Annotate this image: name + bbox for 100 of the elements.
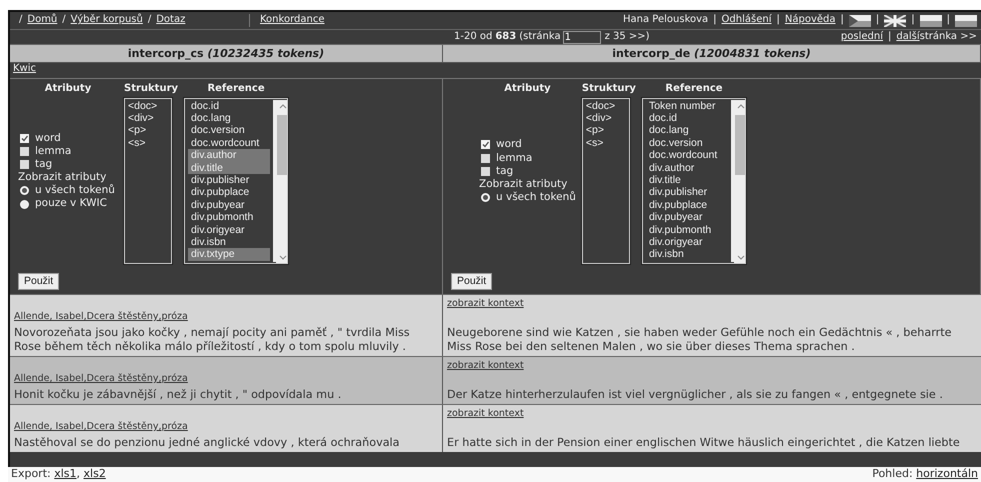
source-sentence: Nastěhoval se do penzionu jedné anglické vdovy , která ochraňovala — [14, 436, 401, 450]
radio-button[interactable] — [481, 192, 490, 202]
apply-button[interactable]: Použit — [451, 272, 492, 290]
checkbox-label: lemma — [496, 152, 532, 165]
list-item[interactable]: div.origyear — [646, 236, 728, 248]
page-total: z 35 >>) — [604, 30, 650, 44]
checkbox[interactable] — [20, 147, 29, 156]
list-item[interactable]: div.pubplace — [188, 186, 270, 199]
checkbox-label: lemma — [35, 144, 72, 158]
list-item[interactable]: Token number — [646, 100, 728, 112]
flag-icon[interactable] — [884, 14, 906, 26]
reference-link[interactable]: Allende, Isabel,Dcera štěstěny,próza — [14, 420, 437, 434]
page-title-link[interactable]: Konkordance — [249, 14, 324, 27]
list-item[interactable]: doc.version — [188, 124, 270, 137]
column-heading: Reference — [665, 83, 723, 94]
target-sentence: Der Katze hinterherzulaufen ist viel vergnüglicher , als sie zu fangen « , entgegnete sie . — [447, 388, 944, 402]
list-item[interactable]: <s> — [125, 136, 171, 150]
structure-list[interactable]: <doc> <div> <p> <s> — [124, 98, 172, 264]
target-sentence: Neugeborene sind wie Katzen , sie haben weder Gefühle noch ein Gedächtnis « , beharrte Miss Rose bei den seltenen Malen , wo sie über dieses Thema sprachen . — [447, 326, 952, 354]
corpus-title: intercorp_de (12004831 tokens) — [612, 47, 811, 60]
list-item[interactable]: div.pubplace — [646, 198, 728, 212]
radio-label: u všech tokenů — [35, 184, 115, 198]
flag-icon[interactable] — [920, 14, 942, 26]
list-item[interactable]: doc.lang — [646, 124, 728, 137]
breadcrumb-separator: / — [148, 14, 152, 27]
list-item[interactable]: <div> — [125, 112, 171, 124]
pager-link[interactable]: další — [896, 30, 920, 44]
breadcrumb-link[interactable]: Dotaz — [156, 14, 186, 27]
list-item[interactable]: div.pubmonth — [188, 211, 270, 224]
breadcrumb-link[interactable]: Domů — [27, 14, 58, 27]
list-item[interactable]: div.pubmonth — [646, 224, 728, 236]
list-item[interactable]: <doc> — [125, 100, 171, 112]
breadcrumb-link[interactable]: Výběr korpusů — [70, 14, 143, 27]
list-item[interactable]: doc.version — [646, 136, 728, 150]
page-field[interactable]: 1 — [562, 30, 601, 44]
reference-link[interactable]: Allende, Isabel,Dcera štěstěny,próza — [14, 372, 437, 386]
target-sentence: Er hatte sich in der Pension einer englischen Witwe häuslich eingerichtet , die Katzen liebte — [447, 436, 961, 450]
list-item[interactable]: div.title — [188, 162, 270, 174]
list-item[interactable]: doc.id — [188, 100, 270, 112]
list-item[interactable]: div.publisher — [188, 174, 270, 186]
link-separator: , — [76, 467, 82, 480]
column-heading: Struktury — [124, 83, 178, 94]
list-item[interactable]: div.isbn — [646, 248, 728, 261]
radio-button[interactable] — [20, 186, 29, 196]
view-link[interactable]: horizontáln — [916, 467, 978, 480]
user-menu-separator: | — [911, 14, 915, 27]
list-item[interactable]: div.txtype — [188, 248, 270, 261]
checkbox[interactable] — [481, 154, 490, 163]
export-link[interactable]: xls2 — [84, 467, 106, 480]
list-item[interactable]: div.pubyear — [188, 198, 270, 212]
column-heading: Atributy — [44, 83, 92, 94]
result-total: 683 — [495, 30, 516, 44]
apply-button[interactable]: Použit — [18, 272, 60, 290]
flag-icon[interactable] — [955, 14, 977, 26]
breadcrumb-separator: / — [62, 14, 66, 27]
checkbox[interactable] — [481, 140, 490, 150]
list-item[interactable]: div.title — [646, 174, 728, 186]
reference-link[interactable]: Allende, Isabel,Dcera štěstěny,próza — [14, 310, 437, 324]
checkbox-label: word — [496, 138, 522, 152]
list-item[interactable]: doc.wordcount — [646, 149, 728, 162]
list-item[interactable]: div.isbn — [188, 236, 270, 248]
context-link[interactable]: zobrazit kontext — [447, 359, 524, 373]
section-label: Zobrazit atributy — [18, 171, 108, 184]
source-sentence: Novorozeňata jsou jako kočky , nemají pocity ani paměť , " tvrdila Miss Rose během těch několika málo příležitostí , kdy o tom spolu mluvily . — [14, 326, 411, 354]
checkbox[interactable] — [481, 166, 490, 176]
reference-list[interactable]: doc.id doc.lang doc.version doc.wordcount div.author div.title div.publisher div.pubplace div.pubyear div.pubmonth div.origyear div.isbn div.txtype — [184, 98, 288, 264]
list-item[interactable]: <div> — [582, 112, 629, 124]
list-item[interactable]: doc.id — [646, 112, 728, 124]
checkbox-label: tag — [496, 164, 514, 178]
list-item[interactable]: div.origyear — [188, 224, 270, 236]
list-item[interactable]: doc.lang — [188, 112, 270, 124]
radio-label: pouze v KWIC — [35, 197, 107, 211]
list-item[interactable]: <doc> — [582, 100, 629, 112]
corpus-title: intercorp_cs (10232435 tokens) — [128, 47, 324, 60]
kwic-link[interactable]: Kwic — [13, 63, 36, 74]
breadcrumb-separator: / — [19, 14, 22, 27]
user-menu-link[interactable]: Nápověda — [784, 14, 836, 27]
column-heading: Struktury — [582, 83, 636, 94]
column-heading: Atributy — [504, 83, 551, 94]
list-item[interactable]: <p> — [125, 124, 171, 137]
list-item[interactable]: div.pubyear — [646, 211, 728, 224]
checkbox[interactable] — [20, 134, 29, 143]
radio-button[interactable] — [20, 200, 29, 208]
user-menu-link[interactable]: Odhlášení — [722, 14, 772, 27]
list-item[interactable]: <p> — [582, 124, 629, 137]
pager-text: stránka >> — [920, 30, 977, 44]
export-link[interactable]: xls1 — [54, 467, 77, 480]
checkbox[interactable] — [20, 160, 29, 170]
context-link[interactable]: zobrazit kontext — [447, 297, 524, 311]
list-item[interactable]: doc.wordcount — [188, 136, 270, 150]
radio-label: u všech tokenů — [496, 190, 576, 204]
list-item[interactable]: <s> — [582, 136, 629, 150]
flag-icon[interactable] — [848, 14, 871, 26]
pager-link[interactable]: poslední — [840, 30, 883, 44]
context-link[interactable]: zobrazit kontext — [447, 407, 524, 421]
list-item[interactable]: div.publisher — [646, 186, 728, 199]
structure-list[interactable]: <doc> <div> <p> <s> — [582, 98, 630, 264]
list-item[interactable]: div.author — [188, 149, 270, 162]
reference-list[interactable]: Token number doc.id doc.lang doc.version doc.wordcount div.author div.title div.publisher div.pubplace div.pubyear div.pubmonth div.origyear div.isbn — [642, 98, 746, 264]
list-item[interactable]: div.author — [646, 162, 728, 174]
